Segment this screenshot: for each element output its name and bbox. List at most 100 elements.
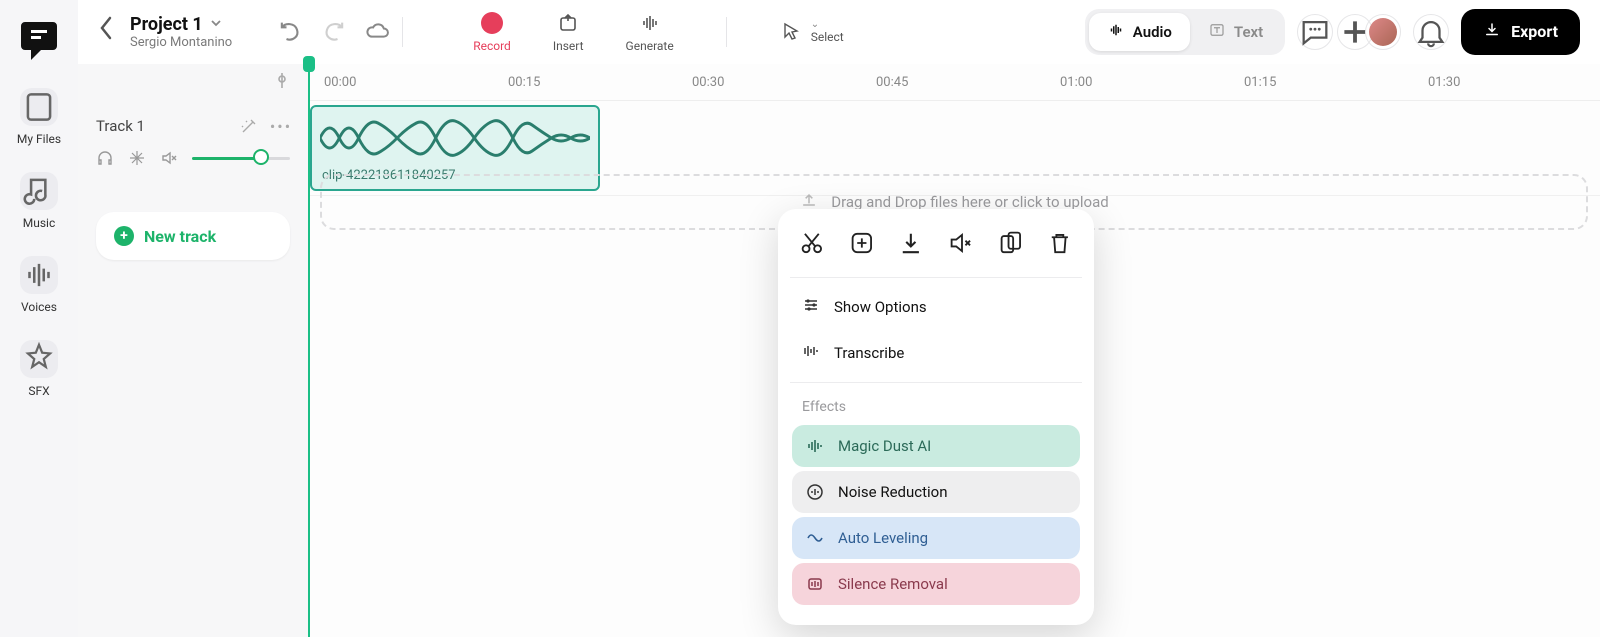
export-button[interactable]: Export [1461, 9, 1580, 55]
insert-button[interactable]: Insert [553, 11, 584, 53]
tick: 00:45 [876, 75, 908, 90]
new-track-button[interactable]: + New track [96, 212, 290, 260]
record-label: Record [473, 39, 511, 53]
silence-icon [806, 575, 824, 593]
mode-audio[interactable]: Audio [1089, 13, 1190, 51]
pin-icon[interactable] [270, 70, 294, 94]
more-icon[interactable]: ••• [272, 117, 290, 135]
show-options-label: Show Options [834, 298, 927, 316]
cut-button[interactable] [798, 229, 826, 257]
track-name: Track 1 [96, 117, 145, 135]
collaborators[interactable] [1345, 14, 1401, 50]
magic-icon [806, 437, 824, 455]
auto-leveling-item[interactable]: Auto Leveling [792, 517, 1080, 559]
rail-voices-label: Voices [21, 300, 57, 314]
new-track-label: New track [144, 227, 216, 246]
mute-icon[interactable] [160, 149, 178, 167]
sliders-icon [802, 296, 820, 318]
add-button[interactable] [848, 229, 876, 257]
timeline[interactable]: 00:00 00:15 00:30 00:45 01:00 01:15 01:3… [308, 64, 1600, 637]
tick: 00:15 [508, 75, 540, 90]
record-icon [481, 12, 503, 34]
topbar: Project 1 Sergio Montanino Record [78, 0, 1600, 64]
plus-icon: + [114, 226, 134, 246]
notifications-button[interactable] [1413, 14, 1449, 50]
undo-button[interactable] [276, 18, 304, 46]
rail-my-files[interactable]: My Files [17, 88, 61, 146]
back-button[interactable] [98, 14, 116, 49]
project-dropdown-icon[interactable] [209, 14, 223, 35]
project-title: Project 1 [130, 14, 203, 35]
silence-removal-item[interactable]: Silence Removal [792, 563, 1080, 605]
rail-sfx-label: SFX [28, 384, 49, 398]
generate-label: Generate [626, 39, 674, 53]
show-options-item[interactable]: Show Options [788, 284, 1084, 330]
cloud-sync-icon[interactable] [364, 18, 392, 46]
tick: 01:00 [1060, 75, 1092, 90]
rail-voices[interactable]: Voices [20, 256, 58, 314]
effects-header: Effects [788, 389, 1084, 421]
duplicate-button[interactable] [997, 229, 1025, 257]
rail-music-label: Music [23, 216, 55, 230]
download-icon [1483, 21, 1501, 43]
mute-button[interactable] [947, 229, 975, 257]
time-ruler[interactable]: 00:00 00:15 00:30 00:45 01:00 01:15 01:3… [308, 64, 1600, 101]
track-header: Track 1 ••• [78, 103, 308, 198]
mode-text[interactable]: Text [1190, 13, 1281, 51]
record-button[interactable]: Record [473, 11, 511, 53]
waveform [320, 113, 590, 163]
select-label: Select [811, 30, 844, 44]
chevron-down-icon: ⌄ [811, 19, 819, 30]
tick: 00:30 [692, 75, 724, 90]
rail-music[interactable]: Music [20, 172, 58, 230]
select-button[interactable]: ⌄ Select [779, 19, 844, 44]
transcribe-label: Transcribe [834, 344, 904, 362]
transcribe-icon [802, 342, 820, 364]
track-panel: Track 1 ••• [78, 64, 308, 637]
tick: 01:30 [1428, 75, 1460, 90]
headphones-icon[interactable] [96, 149, 114, 167]
snowflake-icon[interactable] [128, 149, 146, 167]
app-logo[interactable] [19, 18, 59, 62]
delete-button[interactable] [1046, 229, 1074, 257]
download-button[interactable] [897, 229, 925, 257]
noise-reduction-item[interactable]: Noise Reduction [792, 471, 1080, 513]
generate-button[interactable]: Generate [626, 11, 674, 53]
divider [726, 17, 727, 47]
volume-slider[interactable] [192, 155, 290, 161]
audio-icon [1107, 21, 1125, 43]
tick: 01:15 [1244, 75, 1276, 90]
transcribe-item[interactable]: Transcribe [788, 330, 1084, 376]
project-user: Sergio Montanino [130, 35, 232, 50]
playhead[interactable] [308, 64, 310, 637]
insert-icon [556, 11, 580, 35]
wand-icon[interactable] [240, 117, 258, 135]
avatar[interactable] [1365, 14, 1401, 50]
noise-label: Noise Reduction [838, 483, 948, 501]
generate-icon [638, 11, 662, 35]
level-icon [806, 529, 824, 547]
level-label: Auto Leveling [838, 529, 928, 547]
text-icon [1208, 21, 1226, 43]
export-label: Export [1511, 22, 1558, 41]
mode-audio-label: Audio [1133, 23, 1172, 41]
comments-button[interactable] [1297, 14, 1333, 50]
silence-label: Silence Removal [838, 575, 948, 593]
mode-toggle: Audio Text [1085, 9, 1285, 55]
separator [790, 277, 1082, 278]
separator [790, 382, 1082, 383]
mode-text-label: Text [1234, 23, 1263, 41]
divider [402, 17, 403, 47]
context-menu: Show Options Transcribe Effects Magic Du… [778, 209, 1094, 625]
insert-label: Insert [553, 39, 584, 53]
rail-sfx[interactable]: SFX [20, 340, 58, 398]
noise-icon [806, 483, 824, 501]
cursor-icon [779, 20, 803, 44]
tick: 00:00 [324, 75, 356, 90]
rail-my-files-label: My Files [17, 132, 61, 146]
avatar-image [1369, 18, 1397, 46]
redo-button[interactable] [320, 18, 348, 46]
magic-label: Magic Dust AI [838, 437, 931, 455]
left-rail: My Files Music Voices SFX [0, 0, 78, 637]
magic-dust-item[interactable]: Magic Dust AI [792, 425, 1080, 467]
